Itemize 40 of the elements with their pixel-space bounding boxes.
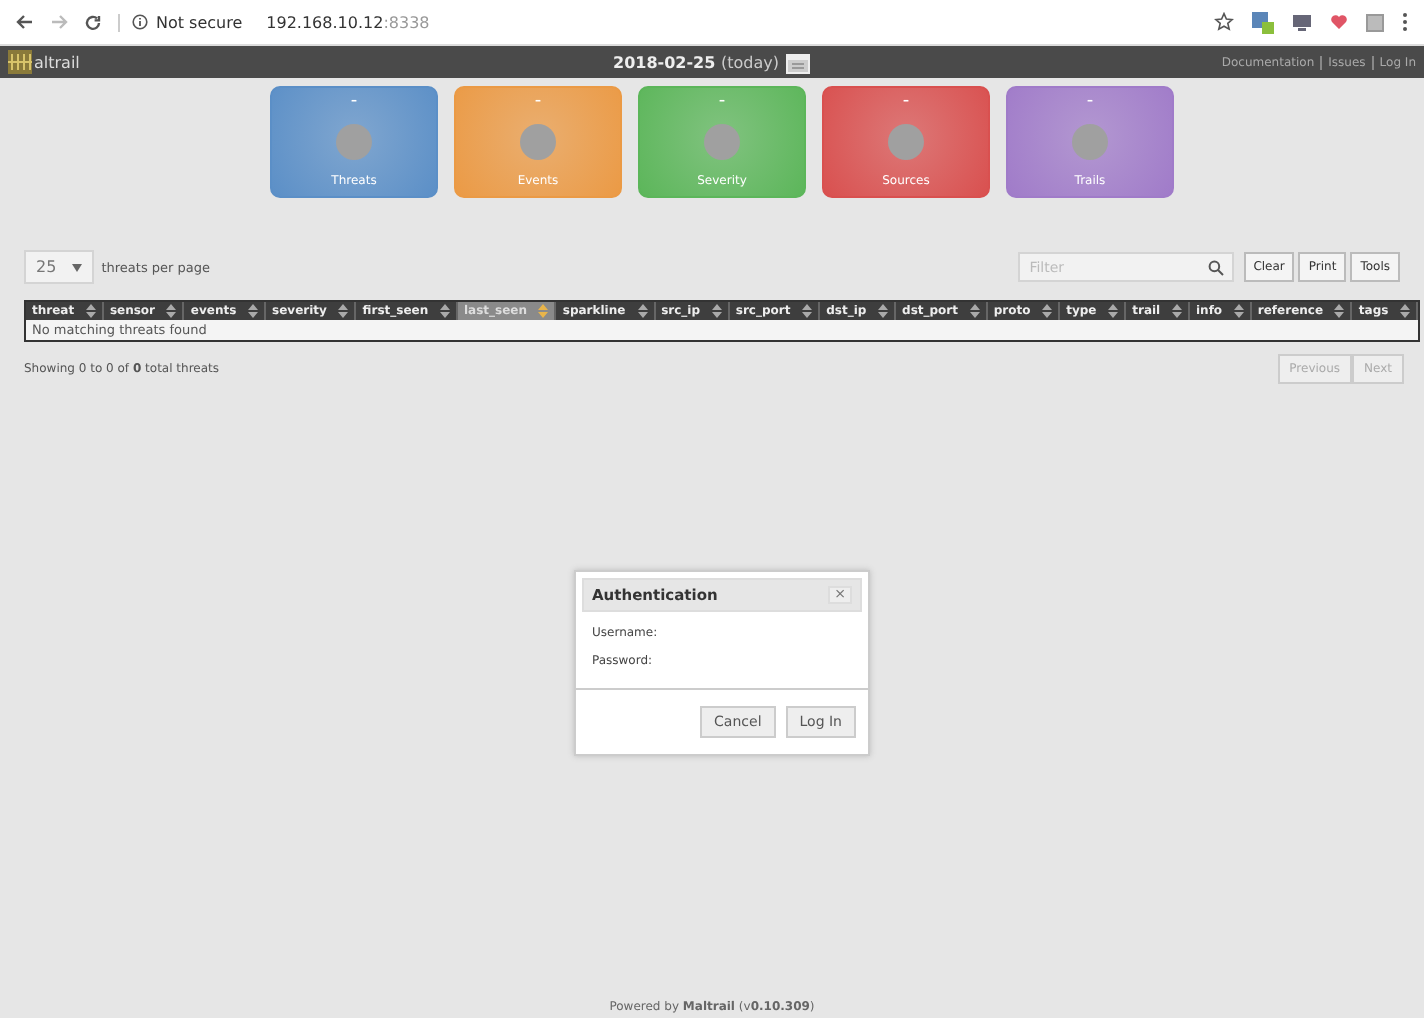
page-size-select[interactable]: 25 — [24, 250, 94, 284]
sort-icon — [711, 304, 722, 318]
sort-icon — [1108, 304, 1119, 318]
sort-icon — [538, 304, 549, 318]
monitor-icon[interactable] — [1292, 13, 1312, 31]
circle-icon — [704, 123, 740, 159]
extension-icon[interactable] — [1252, 11, 1274, 33]
search-icon — [1207, 260, 1224, 276]
caret-icon — [71, 264, 82, 272]
sort-icon — [85, 304, 96, 318]
sort-icon — [637, 304, 648, 318]
sort-icon — [969, 304, 980, 318]
url-text[interactable]: 192.168.10.12:8338 — [266, 13, 430, 31]
sort-icon — [439, 304, 450, 318]
date-text[interactable]: 2018-02-25 (today) — [613, 53, 779, 71]
reload-icon[interactable] — [84, 13, 102, 31]
circle-icon — [1072, 123, 1108, 159]
menu-icon[interactable] — [1402, 12, 1408, 32]
security-label: Not secure — [156, 13, 243, 31]
sort-icon — [1233, 304, 1244, 318]
calendar-icon[interactable] — [786, 51, 811, 73]
sort-icon — [338, 304, 349, 318]
info-icon[interactable] — [132, 14, 148, 30]
logo-text[interactable]: altrail — [34, 53, 80, 71]
sort-icon — [1400, 304, 1411, 318]
sort-icon — [878, 304, 889, 318]
circle-icon — [888, 123, 924, 159]
sort-icon — [1334, 304, 1345, 318]
sort-icon — [1171, 304, 1182, 318]
circle-icon — [520, 123, 556, 159]
sort-icon — [166, 304, 177, 318]
extension-icon[interactable] — [1366, 13, 1384, 31]
sort-icon — [248, 304, 259, 318]
sort-icon — [1042, 304, 1053, 318]
star-icon[interactable] — [1214, 12, 1234, 32]
heart-icon[interactable] — [1330, 14, 1348, 30]
circle-icon — [336, 123, 372, 159]
logo-icon — [8, 50, 32, 74]
sort-icon — [802, 304, 813, 318]
back-icon[interactable] — [16, 14, 34, 30]
